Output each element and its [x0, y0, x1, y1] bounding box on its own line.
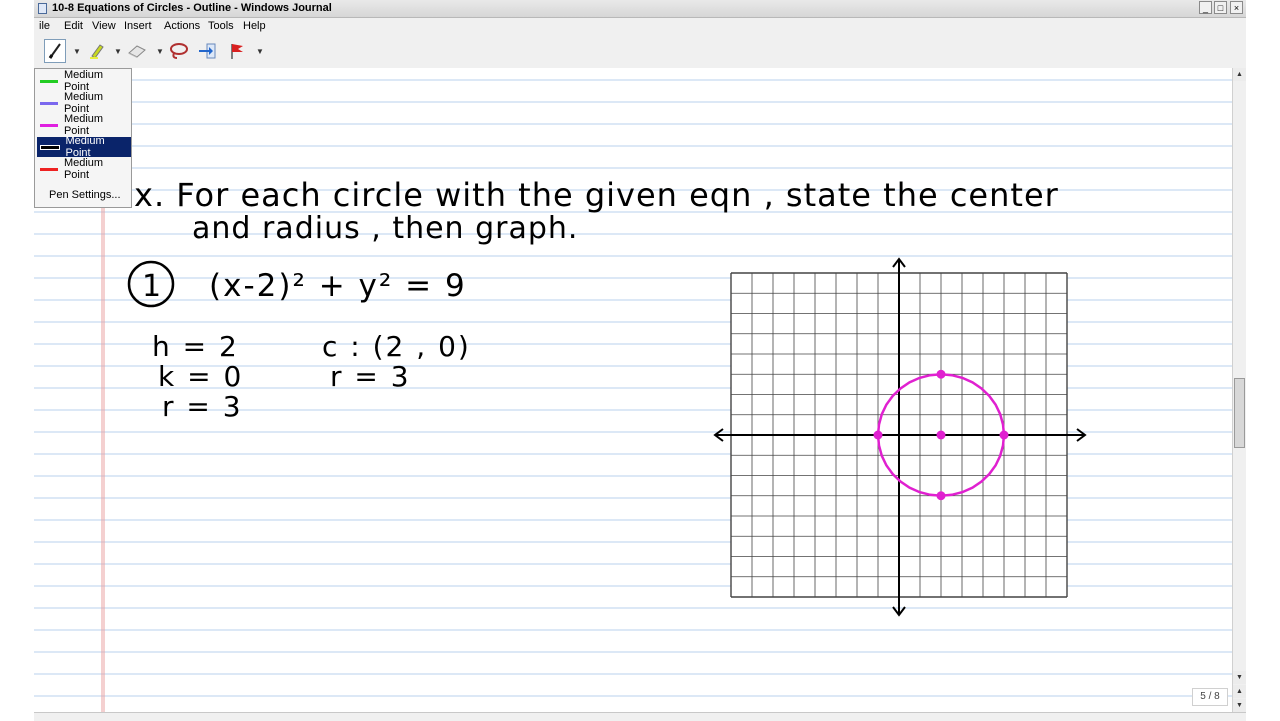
flag-dropdown-arrow[interactable]: ▼	[256, 47, 264, 56]
pen-icon	[48, 43, 61, 59]
graph-point	[936, 369, 946, 379]
graph-layer	[713, 257, 1087, 617]
menu-file[interactable]: ile	[39, 20, 50, 32]
close-button[interactable]: ×	[1230, 1, 1243, 14]
pen-settings-item[interactable]: Pen Settings...	[49, 189, 121, 201]
journal-page[interactable]: x. For each circle with the given eqn , …	[34, 68, 1232, 712]
pen-option-purple[interactable]: Medium Point	[37, 91, 131, 115]
pen-dropdown-menu: Medium Point Medium Point Medium Point M…	[34, 68, 132, 208]
left-desktop-strip	[0, 0, 34, 720]
scroll-page-down-arrow-icon[interactable]: ▼	[1233, 699, 1246, 712]
graph-point	[936, 430, 946, 440]
toolbar: ▼ ▼ ▼ ▼	[34, 35, 1246, 69]
menu-actions[interactable]: Actions	[164, 20, 200, 32]
scroll-page-up-arrow-icon[interactable]: ▲	[1233, 685, 1246, 698]
pen-option-label: Medium Point	[65, 135, 105, 159]
menu-view[interactable]: View	[92, 20, 116, 32]
eraser-tool-button[interactable]	[126, 39, 148, 63]
red-pen-swatch	[40, 167, 58, 171]
right-desktop-strip	[1246, 0, 1280, 720]
menu-tools[interactable]: Tools	[208, 20, 234, 32]
menu-help[interactable]: Help	[243, 20, 266, 32]
menu-bar: ile Edit View Insert Actions Tools Help	[34, 18, 1246, 35]
menu-edit[interactable]: Edit	[64, 20, 83, 32]
black-pen-swatch	[40, 144, 60, 150]
pen-option-magenta[interactable]: Medium Point	[37, 113, 131, 137]
pen-option-label: Medium Point	[63, 157, 104, 181]
eraser-dropdown-arrow[interactable]: ▼	[156, 47, 164, 56]
highlighter-dropdown-arrow[interactable]: ▼	[114, 47, 122, 56]
journal-app-icon	[38, 3, 47, 14]
window-title: 10-8 Equations of Circles - Outline - Wi…	[52, 2, 332, 14]
highlighter-tool-button[interactable]	[86, 39, 108, 63]
pen-option-label: Medium Point	[63, 113, 104, 137]
minimize-button[interactable]: _	[1199, 1, 1212, 14]
graph-point	[873, 430, 883, 440]
insert-space-icon	[199, 43, 216, 59]
title-bar: 10-8 Equations of Circles - Outline - Wi…	[34, 0, 1246, 18]
lasso-tool-button[interactable]	[168, 39, 190, 63]
pen-option-label: Medium Point	[63, 91, 104, 115]
scroll-thumb[interactable]	[1234, 378, 1245, 448]
vertical-scrollbar[interactable]: ▲ ▼ ▲ ▼	[1232, 68, 1247, 712]
green-pen-swatch	[40, 79, 58, 83]
insert-space-tool-button[interactable]	[196, 39, 218, 63]
pen-option-black[interactable]: Medium Point	[37, 135, 131, 159]
pen-dropdown-arrow[interactable]: ▼	[73, 47, 81, 56]
magenta-pen-swatch	[40, 123, 58, 127]
page-indicator[interactable]: 5 / 8	[1192, 688, 1228, 706]
pen-option-label: Medium Point	[63, 69, 104, 93]
eraser-icon	[128, 45, 146, 58]
menu-insert[interactable]: Insert	[124, 20, 152, 32]
maximize-button[interactable]: □	[1214, 1, 1227, 14]
flag-icon	[231, 44, 243, 59]
scroll-down-arrow-icon[interactable]: ▼	[1233, 671, 1246, 684]
graph-point	[936, 491, 946, 501]
lasso-icon	[170, 43, 188, 59]
pen-option-green[interactable]: Medium Point	[37, 69, 131, 93]
flag-tool-button[interactable]	[226, 39, 248, 63]
pen-tool-button[interactable]	[44, 39, 66, 63]
highlighter-icon	[90, 44, 104, 59]
scroll-up-arrow-icon[interactable]: ▲	[1233, 68, 1246, 81]
graph-point	[999, 430, 1009, 440]
purple-pen-swatch	[40, 101, 58, 105]
pen-option-red[interactable]: Medium Point	[37, 157, 131, 181]
